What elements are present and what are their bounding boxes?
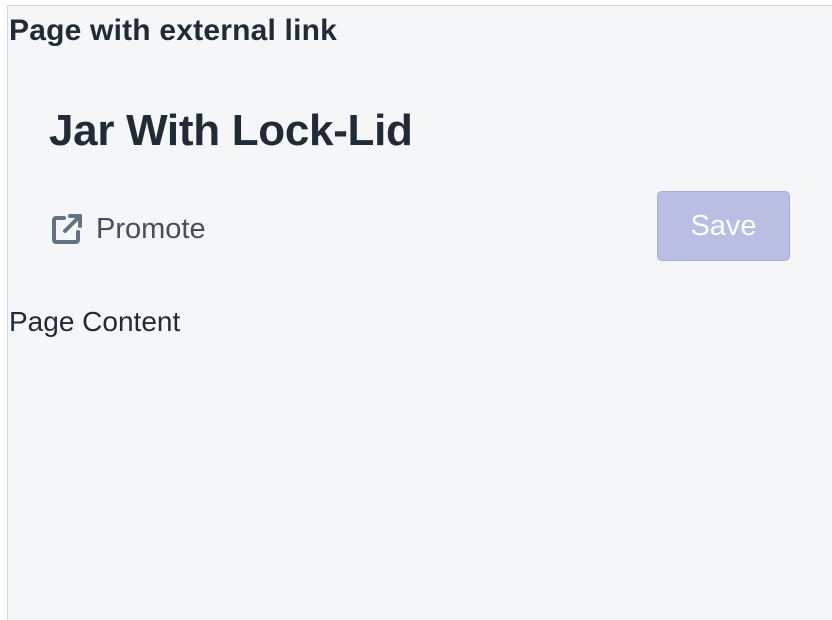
- promote-action-label: Promote: [96, 212, 206, 245]
- story-title: Page with external link: [9, 14, 338, 47]
- promote-action[interactable]: Promote: [50, 209, 206, 249]
- page-frame: Page with external link Jar With Lock-Li…: [7, 5, 832, 620]
- page-content: Page Content: [9, 306, 181, 337]
- external-link-icon: [50, 212, 84, 246]
- save-button[interactable]: Save: [657, 191, 790, 261]
- page-title: Jar With Lock-Lid: [49, 106, 413, 155]
